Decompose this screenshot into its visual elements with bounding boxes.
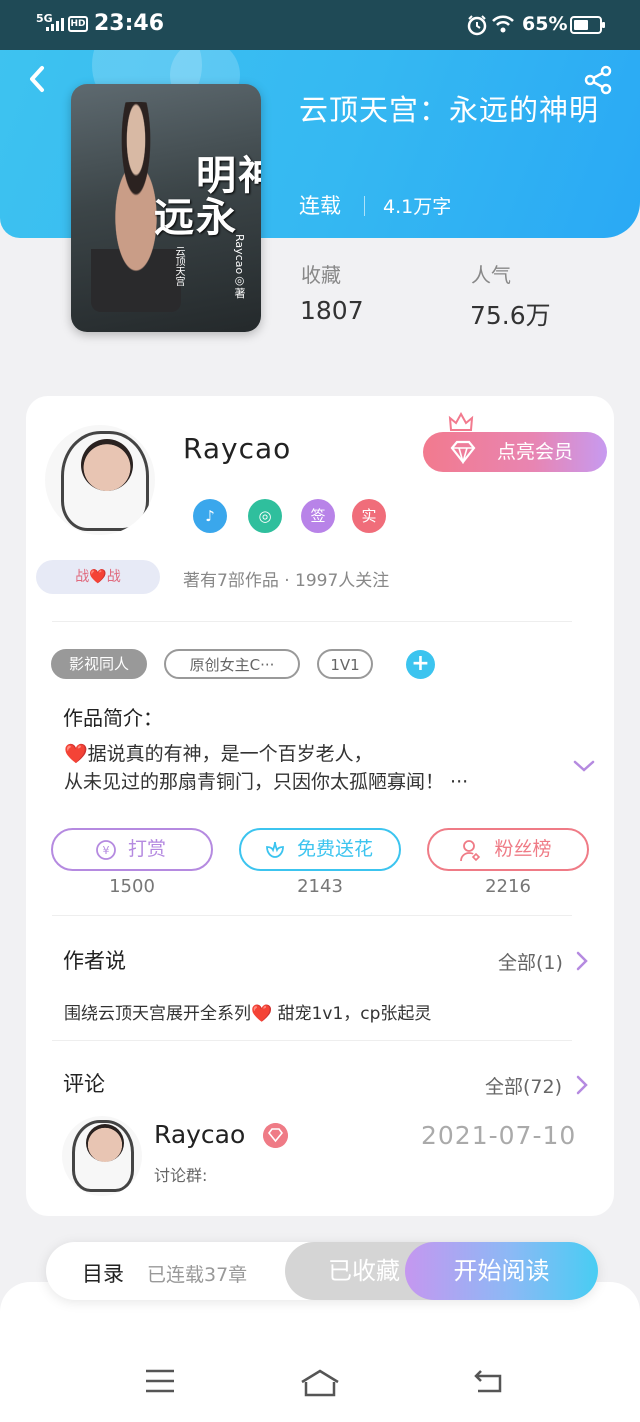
- fan-count: 2216: [485, 876, 531, 897]
- chevron-right-icon[interactable]: [575, 950, 589, 972]
- tip-count: 1500: [109, 876, 155, 897]
- send-flower-button[interactable]: 免费送花: [239, 828, 401, 871]
- stat-popularity-value: 75.6万: [470, 301, 551, 330]
- stat-favorites-label: 收藏: [301, 263, 341, 287]
- crown-icon: [448, 412, 474, 431]
- intro-heading: 作品简介：: [63, 706, 163, 730]
- author-avatar[interactable]: [45, 425, 155, 535]
- menu-icon[interactable]: [144, 1368, 176, 1394]
- comment-date: 2021-07-10: [421, 1121, 577, 1150]
- start-reading-button[interactable]: 开始阅读: [405, 1242, 598, 1300]
- commenter-avatar[interactable]: [62, 1116, 142, 1196]
- vip-diamond-icon: [263, 1123, 288, 1148]
- alarm-icon: [467, 15, 487, 36]
- status-bar: 5G HD 23:46 65%: [0, 0, 640, 50]
- signal-icon: [46, 18, 64, 31]
- stat-popularity-label: 人气: [471, 263, 511, 287]
- author-name[interactable]: Raycao: [183, 432, 291, 465]
- fan-ranking-button[interactable]: 粉丝榜: [427, 828, 589, 871]
- verified-medal[interactable]: 实: [352, 499, 386, 533]
- flower-icon: [266, 841, 284, 858]
- battery-icon: [570, 16, 605, 34]
- back-icon[interactable]: [24, 64, 52, 94]
- stat-favorites-value: 1807: [300, 296, 364, 325]
- clock: 23:46: [94, 11, 165, 36]
- wifi-icon: [492, 15, 514, 33]
- chevron-right-icon[interactable]: [575, 1074, 589, 1096]
- add-tag-button[interactable]: +: [406, 650, 435, 679]
- divider: [52, 621, 572, 622]
- author-badge: 战❤️战: [36, 560, 160, 594]
- diamond-icon: [450, 440, 476, 464]
- user-icon: [460, 840, 481, 862]
- flower-count: 2143: [297, 876, 343, 897]
- book-title: 云顶天宫：永远的神明: [299, 93, 600, 127]
- commenter-name[interactable]: Raycao: [154, 1120, 245, 1149]
- book-status: 连载: [299, 194, 341, 218]
- cover-subtitle: 云顶天宫: [173, 246, 184, 286]
- battery-percent: 65%: [522, 13, 568, 35]
- comments-heading: 评论: [63, 1072, 105, 1096]
- intro-text[interactable]: ❤️据说真的有神，是一个百岁老人， 从未见过的那扇青铜门，只因你太孤陋寡闻！ ·…: [64, 740, 534, 796]
- comments-more-link[interactable]: 全部(72): [485, 1072, 562, 1099]
- tip-button[interactable]: ¥ 打赏: [51, 828, 213, 871]
- author-say-text: 围绕云顶天宫展开全系列❤️ 甜宠1v1，cp张起灵: [64, 1004, 432, 1024]
- chevron-down-icon[interactable]: [572, 758, 596, 774]
- book-cover[interactable]: 的神明 永远 云顶天宫 Raycao◎著: [71, 84, 261, 332]
- signed-medal[interactable]: 签: [301, 499, 335, 533]
- divider: [52, 1040, 572, 1041]
- word-count: 4.1万字: [383, 196, 452, 218]
- author-say-heading: 作者说: [63, 949, 126, 973]
- author-meta: 著有7部作品 · 1997人关注: [183, 571, 390, 591]
- tag-item[interactable]: 影视同人: [51, 649, 147, 679]
- tag-item[interactable]: 原创女主C···: [164, 649, 300, 679]
- music-note-icon[interactable]: ♪: [193, 499, 227, 533]
- hd-icon: HD: [68, 16, 88, 32]
- yen-icon: ¥: [96, 840, 116, 860]
- comment-text: 讨论群:: [154, 1166, 208, 1185]
- home-icon[interactable]: [299, 1368, 341, 1398]
- divider: [52, 915, 572, 916]
- tag-item[interactable]: 1V1: [317, 649, 373, 679]
- svg-text:¥: ¥: [103, 844, 110, 857]
- back-nav-icon[interactable]: [472, 1368, 504, 1394]
- planet-icon[interactable]: ◎: [248, 499, 282, 533]
- author-say-more-link[interactable]: 全部(1): [498, 948, 563, 975]
- toc-button[interactable]: 目录: [82, 1258, 124, 1288]
- chapter-count: 已连载37章: [147, 1264, 248, 1286]
- bottom-sheet: [0, 1282, 640, 1422]
- separator: [364, 196, 365, 216]
- cover-author: Raycao◎著: [233, 234, 246, 299]
